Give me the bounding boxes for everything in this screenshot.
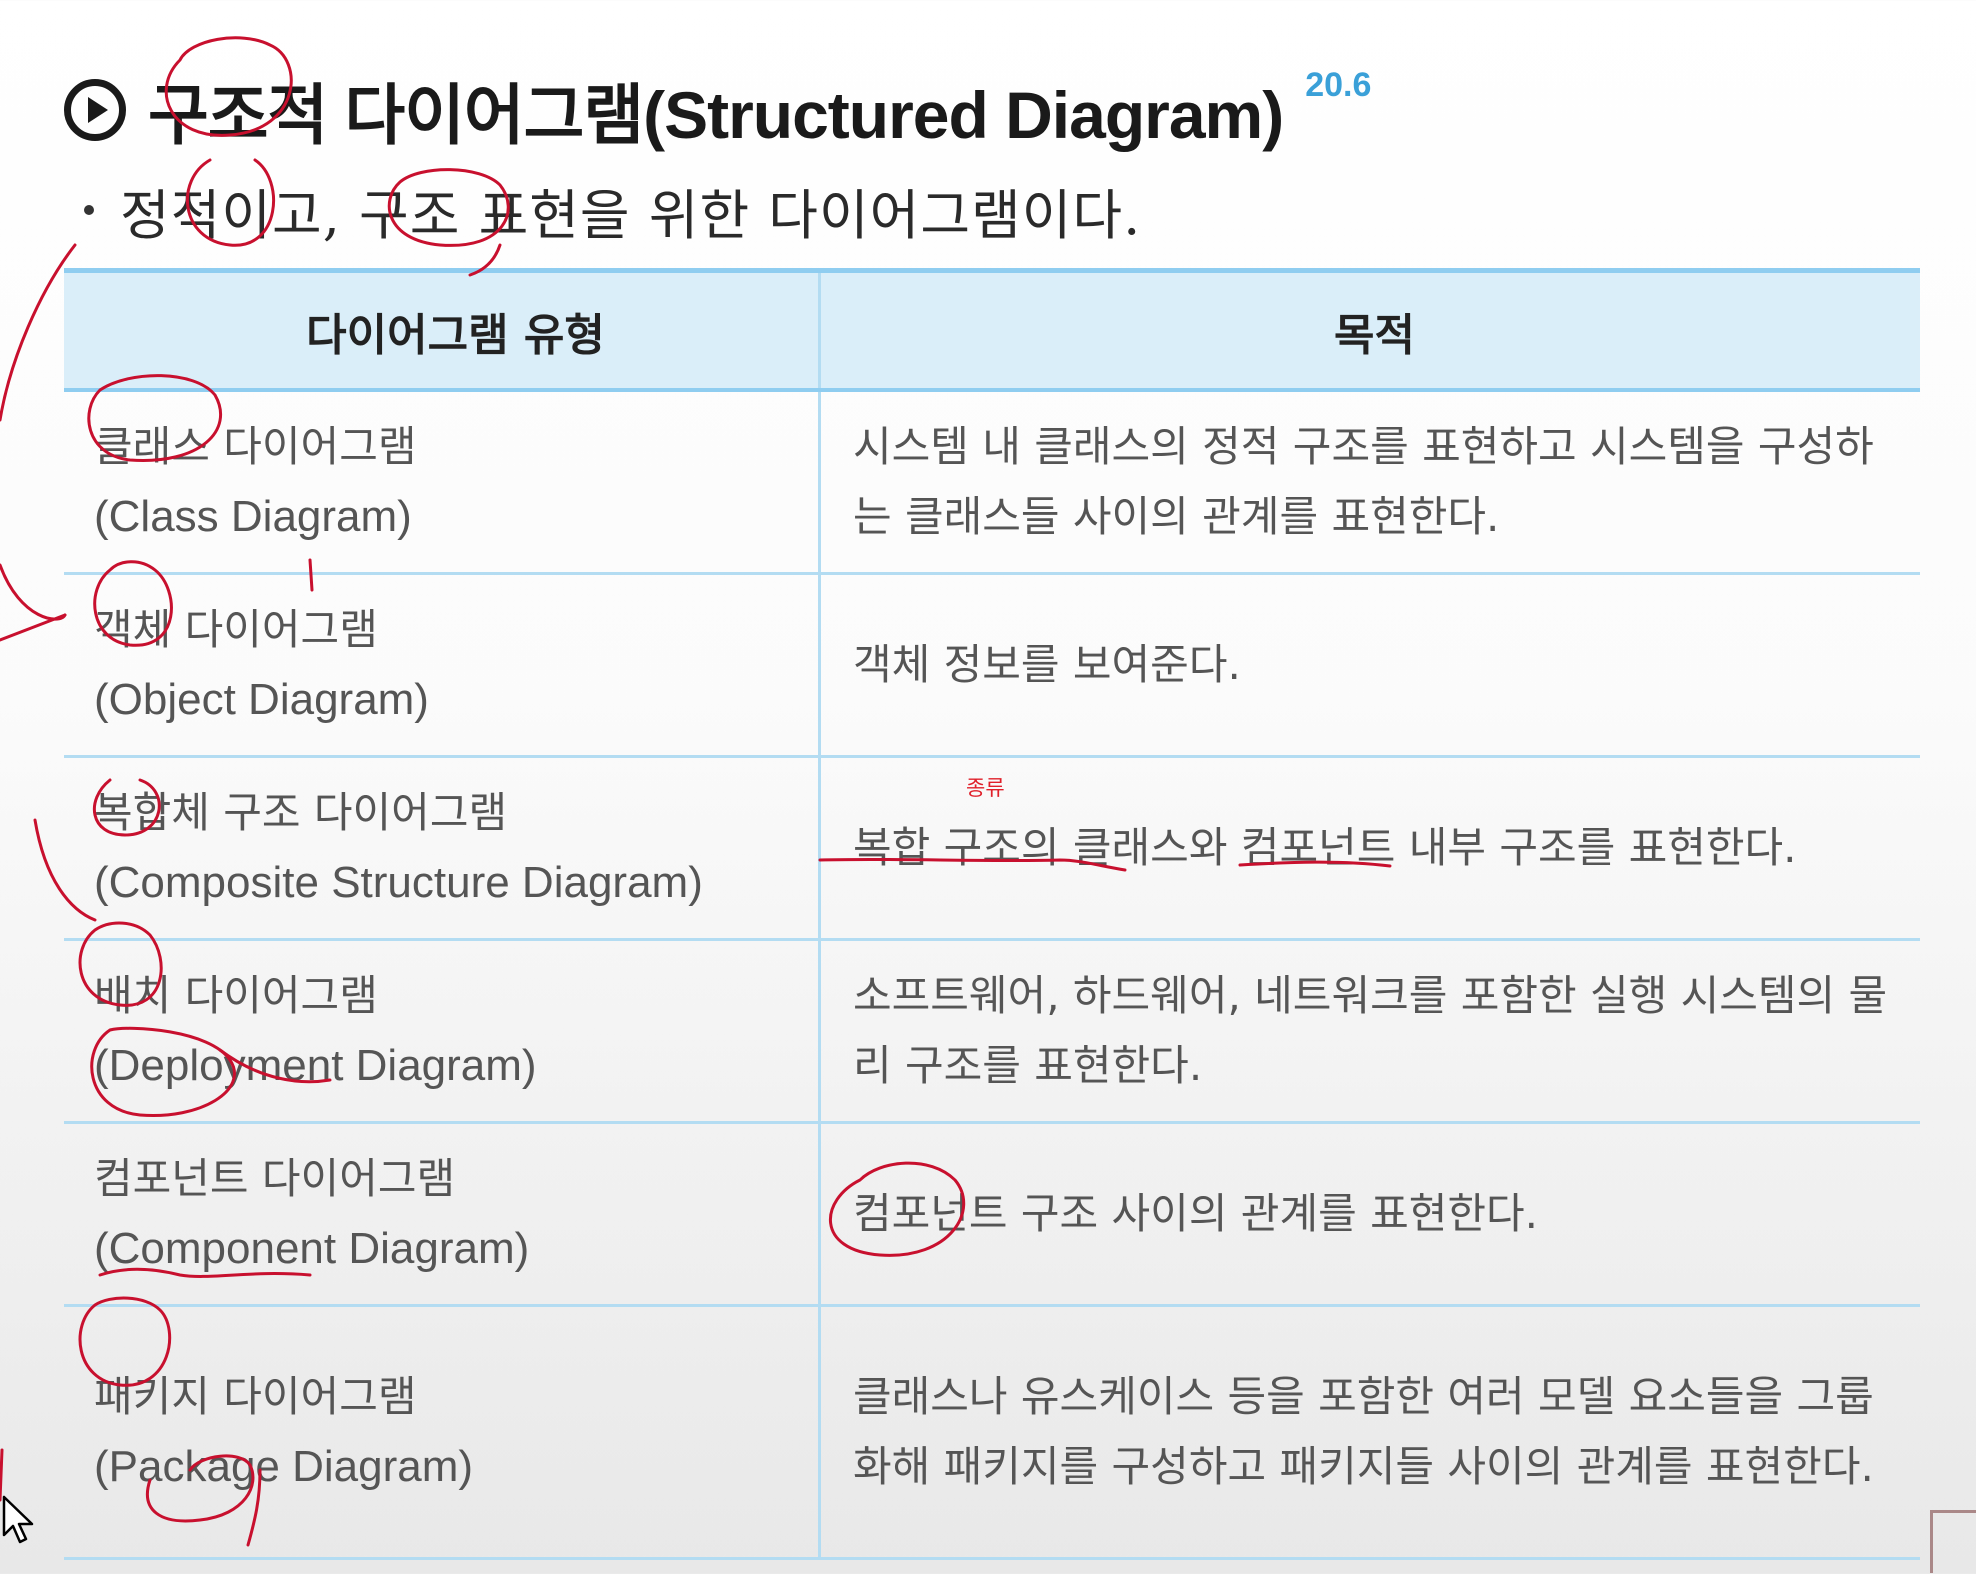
ink-stroke	[0, 613, 67, 642]
diagram-purpose-cell: 컴포넌트 구조 사이의 관계를 표현한다.	[819, 1122, 1920, 1307]
column-header-purpose: 목적	[819, 268, 1920, 392]
definition-bullet: 정적이고, 구조 표현을 위한 다이어그램이다.	[84, 170, 1141, 250]
diagram-purpose-cell: 클래스나 유스케이스 등을 포함한 여러 모델 요소들을 그룹화해 패키지를 구…	[819, 1305, 1920, 1560]
diagram-name: 컴포넌트 다이어그램	[94, 1154, 456, 1203]
diagram-type-cell: 복합체 구조 다이어그램 (Composite Structure Diagra…	[64, 756, 821, 941]
play-circle-icon	[64, 79, 126, 141]
ink-bracket	[0, 563, 67, 621]
table-row: 클래스 다이어그램 (Class Diagram) 시스템 내 클래스의 정적 …	[64, 390, 1920, 575]
page-title: 구조적 다이어그램(Structured Diagram)	[148, 78, 1284, 152]
mouse-cursor-icon	[2, 1495, 34, 1544]
diagram-type-table: 다이어그램 유형 목적 클래스 다이어그램 (Class Diagram) 시스…	[64, 268, 1920, 1560]
diagram-english-name: (Composite Structure Diagram)	[94, 858, 703, 907]
bullet-point-icon	[84, 205, 94, 215]
diagram-english-name: (Object Diagram)	[94, 675, 429, 724]
diagram-name: 복합체 구조 다이어그램	[94, 788, 508, 837]
diagram-purpose-cell: 시스템 내 클래스의 정적 구조를 표현하고 시스템을 구성하는 클래스들 사이…	[819, 390, 1920, 575]
diagram-type-cell: 패키지 다이어그램 (Package Diagram)	[64, 1305, 821, 1560]
diagram-name: 배치 다이어그램	[94, 971, 378, 1020]
definition-text: 정적이고, 구조 표현을 위한 다이어그램이다.	[120, 183, 1142, 247]
section-title: 구조적 다이어그램(Structured Diagram) 20.6	[64, 60, 1371, 160]
corner-frame	[1930, 1510, 1976, 1573]
section-reference-number: 20.6	[1305, 66, 1372, 104]
diagram-name: 클래스 다이어그램	[94, 422, 417, 471]
ink-stroke	[0, 1448, 4, 1502]
column-header-type: 다이어그램 유형	[64, 268, 821, 392]
table-row: 컴포넌트 다이어그램 (Component Diagram) 컴포넌트 구조 사…	[64, 1122, 1920, 1307]
diagram-english-name: (Class Diagram)	[94, 492, 412, 541]
table-header-row: 다이어그램 유형 목적	[64, 268, 1920, 392]
diagram-type-cell: 컴포넌트 다이어그램 (Component Diagram)	[64, 1122, 821, 1307]
diagram-type-cell: 배치 다이어그램 (Deployment Diagram)	[64, 939, 821, 1124]
diagram-name: 객체 다이어그램	[94, 605, 378, 654]
table-row: 배치 다이어그램 (Deployment Diagram) 소프트웨어, 하드웨…	[64, 939, 1920, 1124]
diagram-purpose-cell: 객체 정보를 보여준다.	[819, 573, 1920, 758]
diagram-type-cell: 클래스 다이어그램 (Class Diagram)	[64, 390, 821, 575]
diagram-english-name: (Package Diagram)	[94, 1442, 474, 1491]
diagram-name: 패키지 다이어그램	[94, 1372, 417, 1421]
table-row: 패키지 다이어그램 (Package Diagram) 클래스나 유스케이스 등…	[64, 1305, 1920, 1560]
diagram-english-name: (Deployment Diagram)	[94, 1041, 537, 1090]
diagram-english-name: (Component Diagram)	[94, 1224, 530, 1273]
table-row: 객체 다이어그램 (Object Diagram) 객체 정보를 보여준다.	[64, 573, 1920, 758]
diagram-type-cell: 객체 다이어그램 (Object Diagram)	[64, 573, 821, 758]
handwritten-note: 종류	[966, 776, 1005, 800]
diagram-purpose-cell: 소프트웨어, 하드웨어, 네트워크를 포함한 실행 시스템의 물리 구조를 표현…	[819, 939, 1920, 1124]
